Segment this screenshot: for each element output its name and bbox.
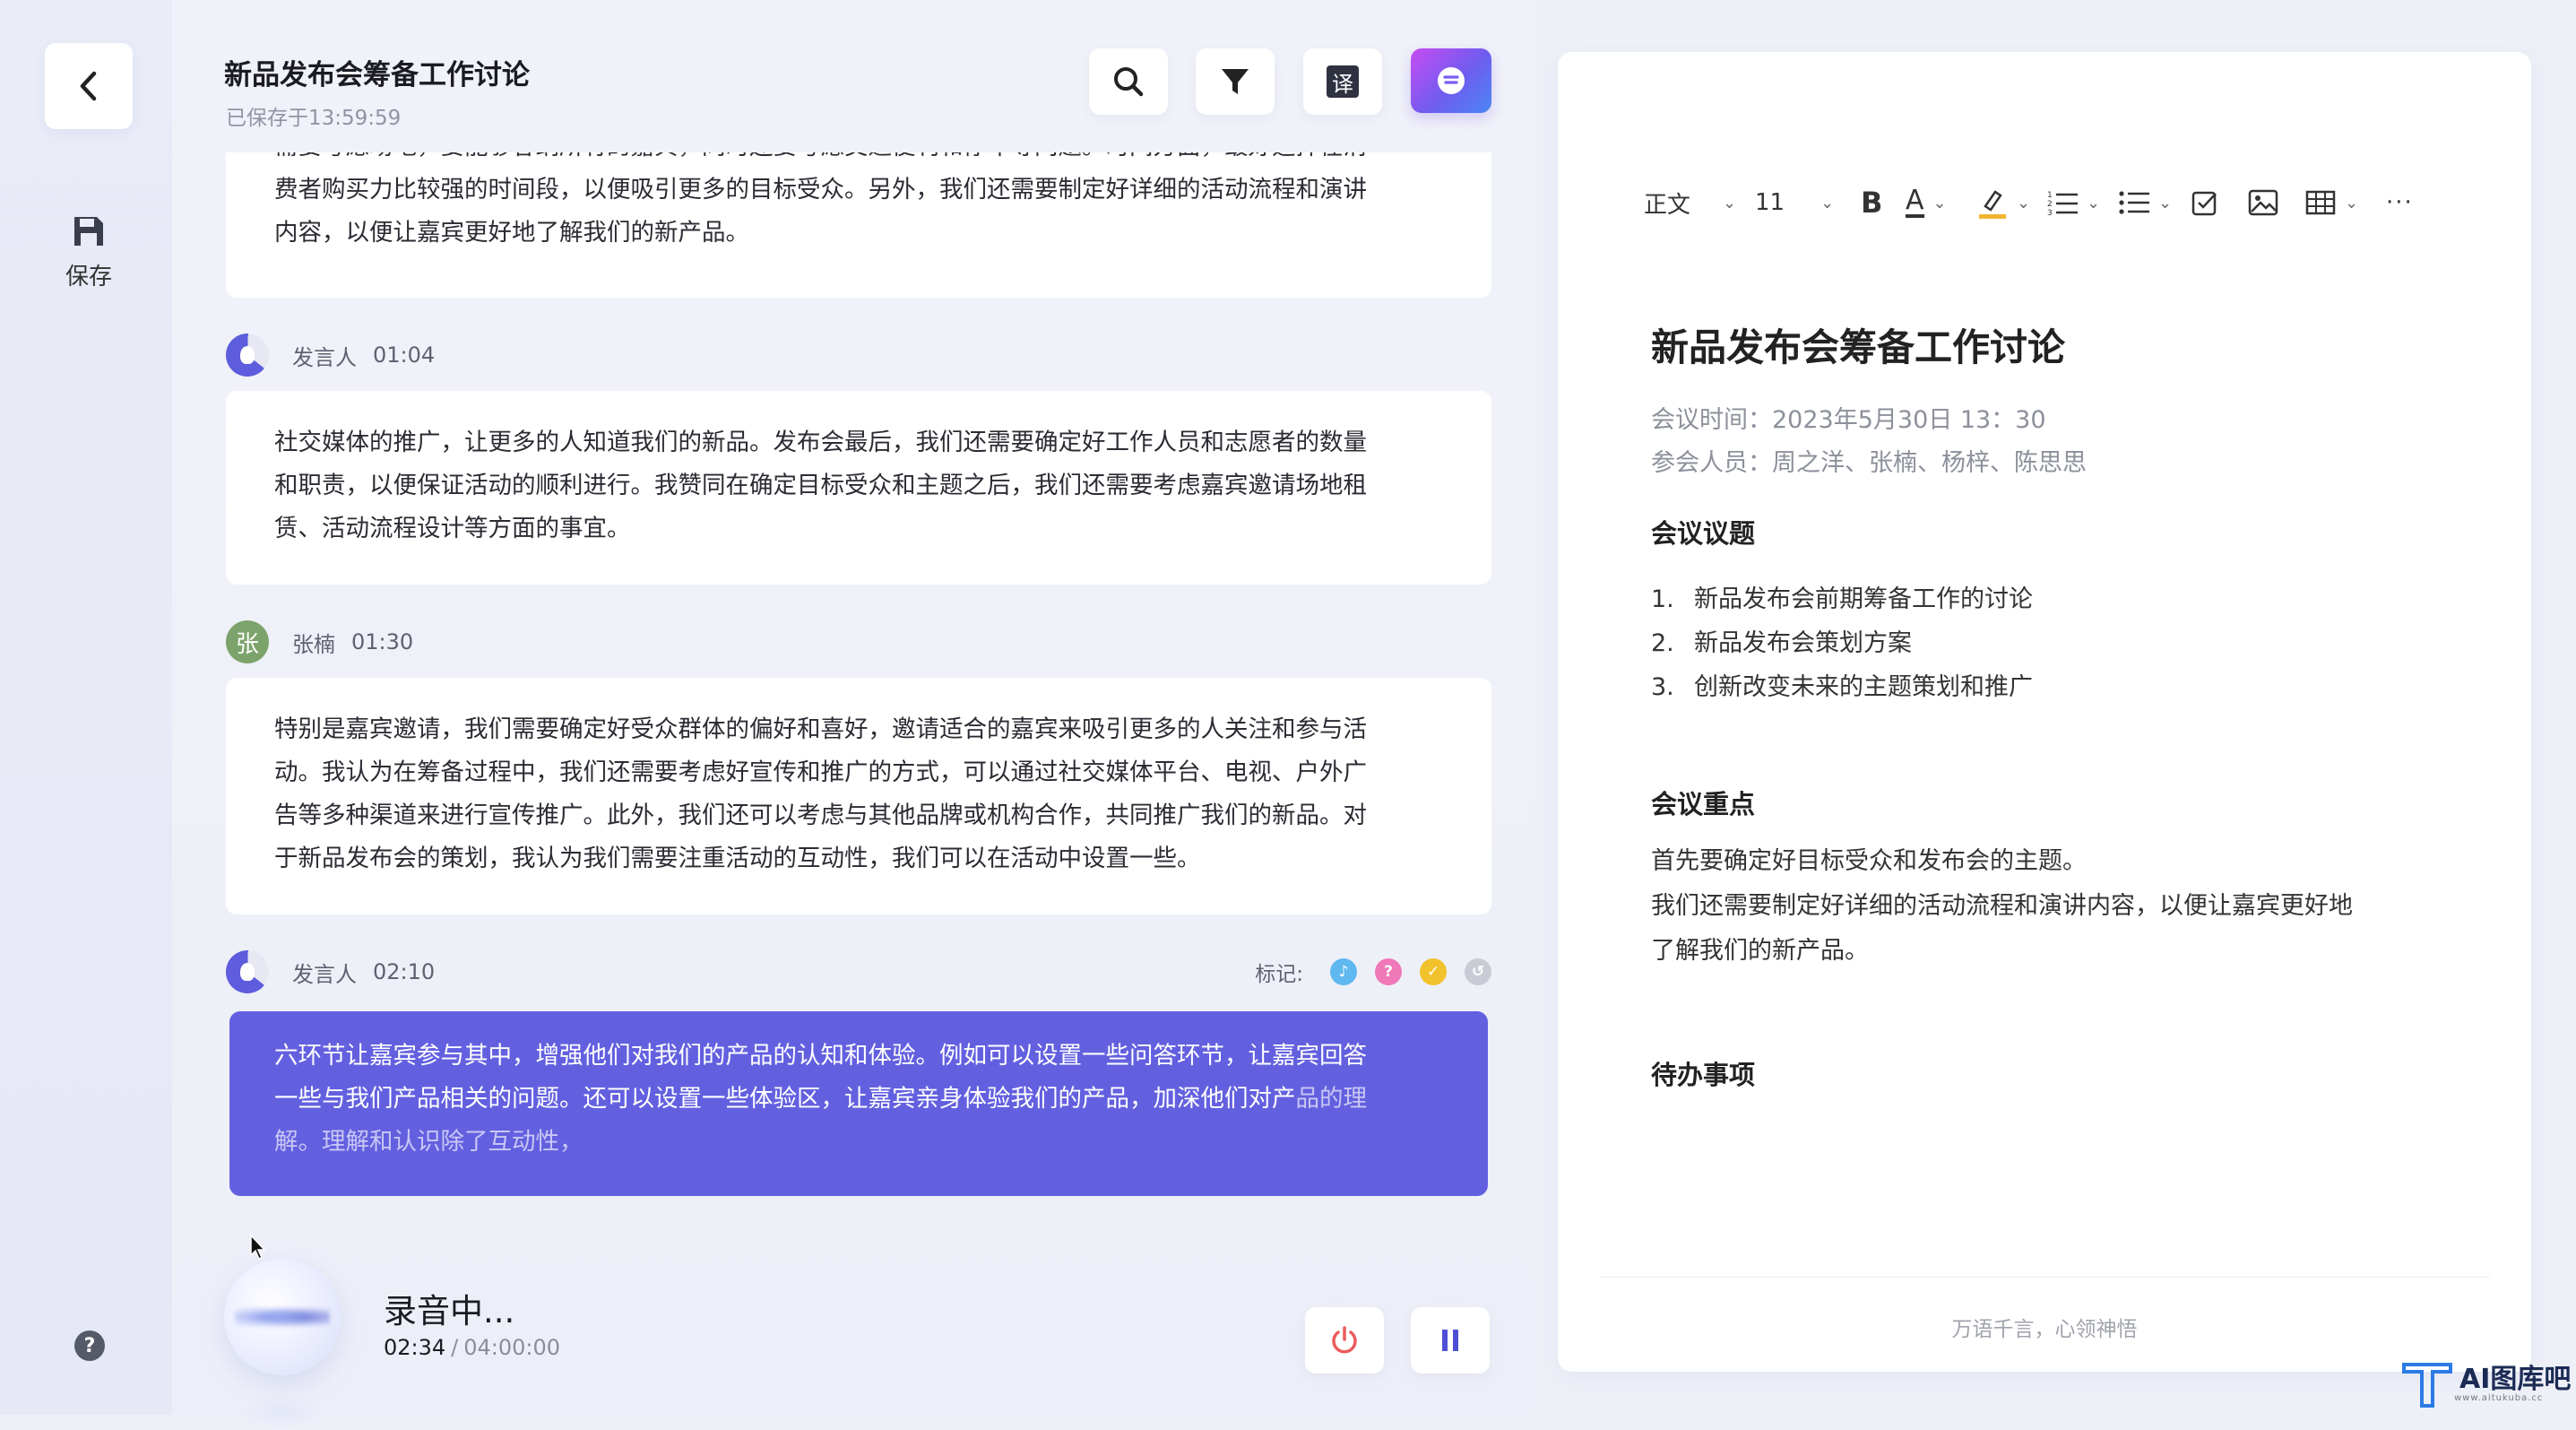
document-title: 新品发布会筹备工作讨论 [224,59,530,91]
table-icon[interactable]: ⌄ [2305,190,2386,215]
pause-icon [1442,1330,1458,1351]
transcript-list: 需要考虑场地，要能够容纳所有的嘉宾，同时还要考虑交通便利和停车等问题。时间方面，… [222,152,1495,1201]
transcript-line: 一些与我们产品相关的问题。还可以设置一些体验区，让嘉宾亲身体验我们的产品，加深他… [274,1085,1367,1113]
stop-recording-button[interactable] [1305,1307,1384,1374]
font-color-icon[interactable]: A ⌄ [1906,187,1977,218]
paragraph-style-select[interactable]: 正文 ⌄ [1644,186,1755,220]
transcript-line: 动。我认为在筹备过程中，我们还需要考虑好宣传和推广的方式，可以通过社交媒体平台、… [274,758,1367,786]
question-mark-icon[interactable]: ? [1375,958,1402,985]
recording-time: 02:34/04:00:00 [384,1335,561,1360]
transcript-card-active[interactable]: 六环节让嘉宾参与其中，增强他们对我们的产品的认知和体验。例如可以设置一些问答环节… [229,1011,1488,1196]
editor-divider [1599,1277,2490,1278]
save-icon [74,217,103,246]
ai-assistant-icon [1438,67,1465,94]
pause-button[interactable] [1411,1307,1490,1374]
transcript-line: 于新品发布会的策划，我认为我们需要注重活动的互动性，我们可以在活动中设置一些。 [274,845,1201,872]
editor-toolbar: 正文 ⌄ 11 ⌄ B A ⌄ ⌄ 1 2 3 ⌄ ⌄ ⌄ ··· [1644,185,2422,221]
translate-icon: 译 [1327,65,1359,98]
bullet-list-icon[interactable]: ⌄ [2119,189,2191,216]
search-icon [1114,67,1144,97]
undo-icon[interactable]: ↺ [1465,958,1491,985]
recording-orb-reflection [238,1394,327,1430]
recording-orb [224,1259,341,1375]
more-icon[interactable]: ··· [2386,189,2422,216]
font-size-select[interactable]: 11 ⌄ [1755,189,1861,216]
speaker-row: 发言人 01:04 [226,332,1491,378]
keypoints-heading[interactable]: 会议重点 [1651,784,1755,821]
total-time: 04:00:00 [463,1335,561,1360]
save-label: 保存 [65,264,112,290]
transcript-line: 六环节让嘉宾参与其中，增强他们对我们的产品的认知和体验。例如可以设置一些问答环节… [274,1042,1367,1070]
speaker-name: 发言人 [292,344,357,370]
transcript-line: 和职责，以便保证活动的顺利进行。我赞同在确定目标受众和主题之后，我们还需要考虑嘉… [274,472,1367,499]
transcript-line: 告等多种渠道来进行宣传推广。此外，我们还可以考虑与其他品牌或机构合作，共同推广我… [274,802,1367,829]
transcript-line: 社交媒体的推广，让更多的人知道我们的新品。发布会最后，我们还需要确定好工作人员和… [274,429,1367,456]
numbered-list-icon[interactable]: 1 2 3 ⌄ [2047,189,2119,216]
speaker-name: 张楠 [292,631,335,657]
agenda-item[interactable]: 1. 新品发布会前期筹备工作的讨论 [1651,579,2033,614]
transcript-line: 解。理解和认识除了互动性， [274,1128,583,1156]
highlight-icon[interactable]: ⌄ [1977,186,2047,219]
watermark: AI图库吧 www.aitukuba.cc [2400,1359,2571,1409]
search-button[interactable] [1089,48,1168,115]
save-button[interactable]: 保存 [43,213,134,291]
recording-status: 录音中... [384,1292,515,1330]
elapsed-time: 02:34 [384,1335,446,1360]
chevron-left-icon [80,71,97,101]
speaker-name: 发言人 [292,961,357,987]
transcript-line: 赁、活动流程设计等方面的事宜。 [274,515,631,542]
agenda-item[interactable]: 2. 新品发布会策划方案 [1651,623,1912,658]
watermark-logo [2402,1363,2452,1408]
agenda-item[interactable]: 3. 创新改变未来的主题策划和推广 [1651,667,2033,702]
agenda-heading[interactable]: 会议议题 [1651,513,1755,550]
notes-editor: 正文 ⌄ 11 ⌄ B A ⌄ ⌄ 1 2 3 ⌄ ⌄ ⌄ ··· 新品发布会筹备工作讨论 … [1558,52,2531,1372]
bold-icon[interactable]: B [1861,186,1906,220]
filter-icon [1222,69,1249,94]
transcript-line: 费者购买力比较强的时间段，以便吸引更多的目标受众。另外，我们还需要制定好详细的活… [274,176,1367,204]
help-icon[interactable]: ? [74,1330,105,1361]
speaker-row: 发言人 02:10 标记: ♪ ? ✓ ↺ [226,949,1491,995]
svg-text:2: 2 [2047,200,2053,209]
speaker-time: 01:30 [351,629,414,654]
avatar: 张 [226,620,269,663]
svg-text:1: 1 [2047,191,2053,200]
power-icon [1332,1326,1357,1354]
check-icon[interactable]: ✓ [1420,958,1447,985]
todo-heading[interactable]: 待办事项 [1651,1054,1755,1092]
meeting-time[interactable]: 会议时间：2023年5月30日 13：30 [1651,400,2046,435]
transcript-line: 需要考虑场地，要能够容纳所有的嘉宾，同时还要考虑交通便利和停车等问题。时间方面，… [274,152,1429,169]
avatar [226,950,269,993]
mark-label: 标记: [1255,963,1303,986]
transcript-card[interactable]: 社交媒体的推广，让更多的人知道我们的新品。发布会最后，我们还需要确定好工作人员和… [226,391,1491,585]
keypoints-text[interactable]: 首先要确定好目标受众和发布会的主题。 我们还需要制定好详细的活动流程和演讲内容，… [1651,839,2440,974]
attendees[interactable]: 参会人员：周之洋、张楠、杨梓、陈思思 [1651,443,2087,478]
filter-button[interactable] [1196,48,1275,115]
back-button[interactable] [45,43,133,129]
mouse-cursor-icon [250,1234,266,1261]
left-rail: 保存 ? [0,0,172,1415]
watermark-text: AI图库吧 [2459,1363,2572,1395]
saved-status: 已保存于13:59:59 [226,107,402,130]
transcript-line: 内容，以便让嘉宾更好地了解我们的新产品。 [274,219,749,247]
editor-footer: 万语千言，心领神悟 [1951,1318,2138,1341]
image-icon[interactable] [2248,189,2305,216]
ai-assistant-button[interactable] [1411,48,1491,113]
translate-button[interactable]: 译 [1303,48,1382,115]
checkbox-icon[interactable] [2191,188,2248,217]
notes-title[interactable]: 新品发布会筹备工作讨论 [1651,317,2065,372]
avatar [226,334,269,377]
speaker-time: 01:04 [373,342,436,368]
svg-text:3: 3 [2047,209,2053,216]
transcript-card: 需要考虑场地，要能够容纳所有的嘉宾，同时还要考虑交通便利和停车等问题。时间方面，… [226,152,1491,298]
speaker-row: 张 张楠 01:30 [226,619,1491,665]
bell-icon[interactable]: ♪ [1330,958,1357,985]
transcript-card[interactable]: 特别是嘉宾邀请，我们需要确定好受众群体的偏好和喜好，邀请适合的嘉宾来吸引更多的人… [226,678,1491,914]
speaker-time: 02:10 [373,959,436,984]
transcript-line: 特别是嘉宾邀请，我们需要确定好受众群体的偏好和喜好，邀请适合的嘉宾来吸引更多的人… [274,715,1367,743]
